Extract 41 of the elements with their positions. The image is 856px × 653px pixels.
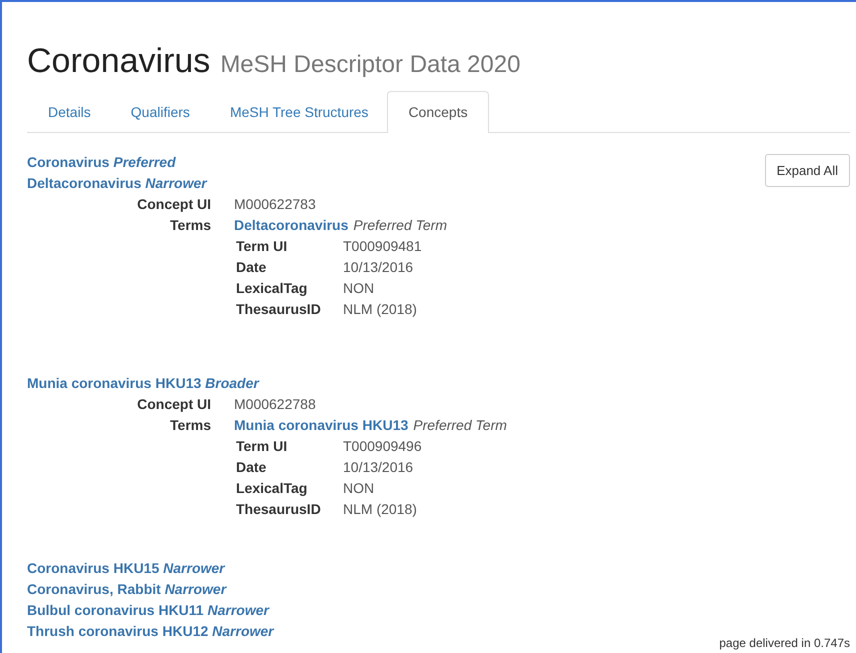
concept-link[interactable]: Coronavirus, Rabbit Narrower [27,579,226,600]
field-label: LexicalTag [236,479,308,498]
field-label: Terms [169,416,212,435]
field-value: NLM (2018) [343,300,417,319]
field-label: Concept UI [136,195,212,214]
term-link[interactable]: Deltacoronavirus [234,217,348,233]
field-value: 10/13/2016 [343,258,414,277]
field-label: ThesaurusID [236,300,322,319]
field-value: NLM (2018) [343,500,417,519]
term-type: Preferred Term [353,217,447,233]
field-label: Term UI [236,437,288,456]
tab[interactable]: Details [27,91,110,132]
field-label: Date [236,458,268,477]
field-value: T000909496 [343,437,422,456]
field-label: Date [236,258,268,277]
field-value: M000622783 [234,195,316,214]
field-value: NON [343,479,374,498]
term-link[interactable]: Munia coronavirus HKU13 [234,417,408,433]
tab[interactable]: Qualifiers [110,91,209,132]
concept-link[interactable]: Coronavirus Preferred [27,152,176,173]
field-label: LexicalTag [236,279,308,298]
concept-link[interactable]: Coronavirus HKU15 Narrower [27,558,225,579]
concept-link[interactable]: Thrush coronavirus HKU12 Narrower [27,621,274,642]
field-label: Concept UI [136,395,212,414]
field-value: NON [343,279,374,298]
term-type: Preferred Term [413,417,507,433]
expand-all-button[interactable]: Expand All [764,154,850,187]
page-title: Coronavirus [27,42,210,81]
page-subtitle: MeSH Descriptor Data 2020 [220,51,520,79]
field-label: ThesaurusID [236,500,322,519]
field-label: Terms [169,216,212,235]
concept-link[interactable]: Deltacoronavirus Narrower [27,173,207,194]
page-timing: page delivered in 0.747s [718,636,850,650]
field-value: 10/13/2016 [343,458,414,477]
field-label: Term UI [236,237,288,256]
concept-link[interactable]: Munia coronavirus HKU13 Broader [27,373,259,394]
concept-link[interactable]: Bulbul coronavirus HKU11 Narrower [27,600,269,621]
field-value: M000622788 [234,395,316,414]
tab[interactable]: MeSH Tree Structures [208,91,388,132]
tab[interactable]: Concepts [387,91,489,133]
field-value: T000909481 [343,237,422,256]
